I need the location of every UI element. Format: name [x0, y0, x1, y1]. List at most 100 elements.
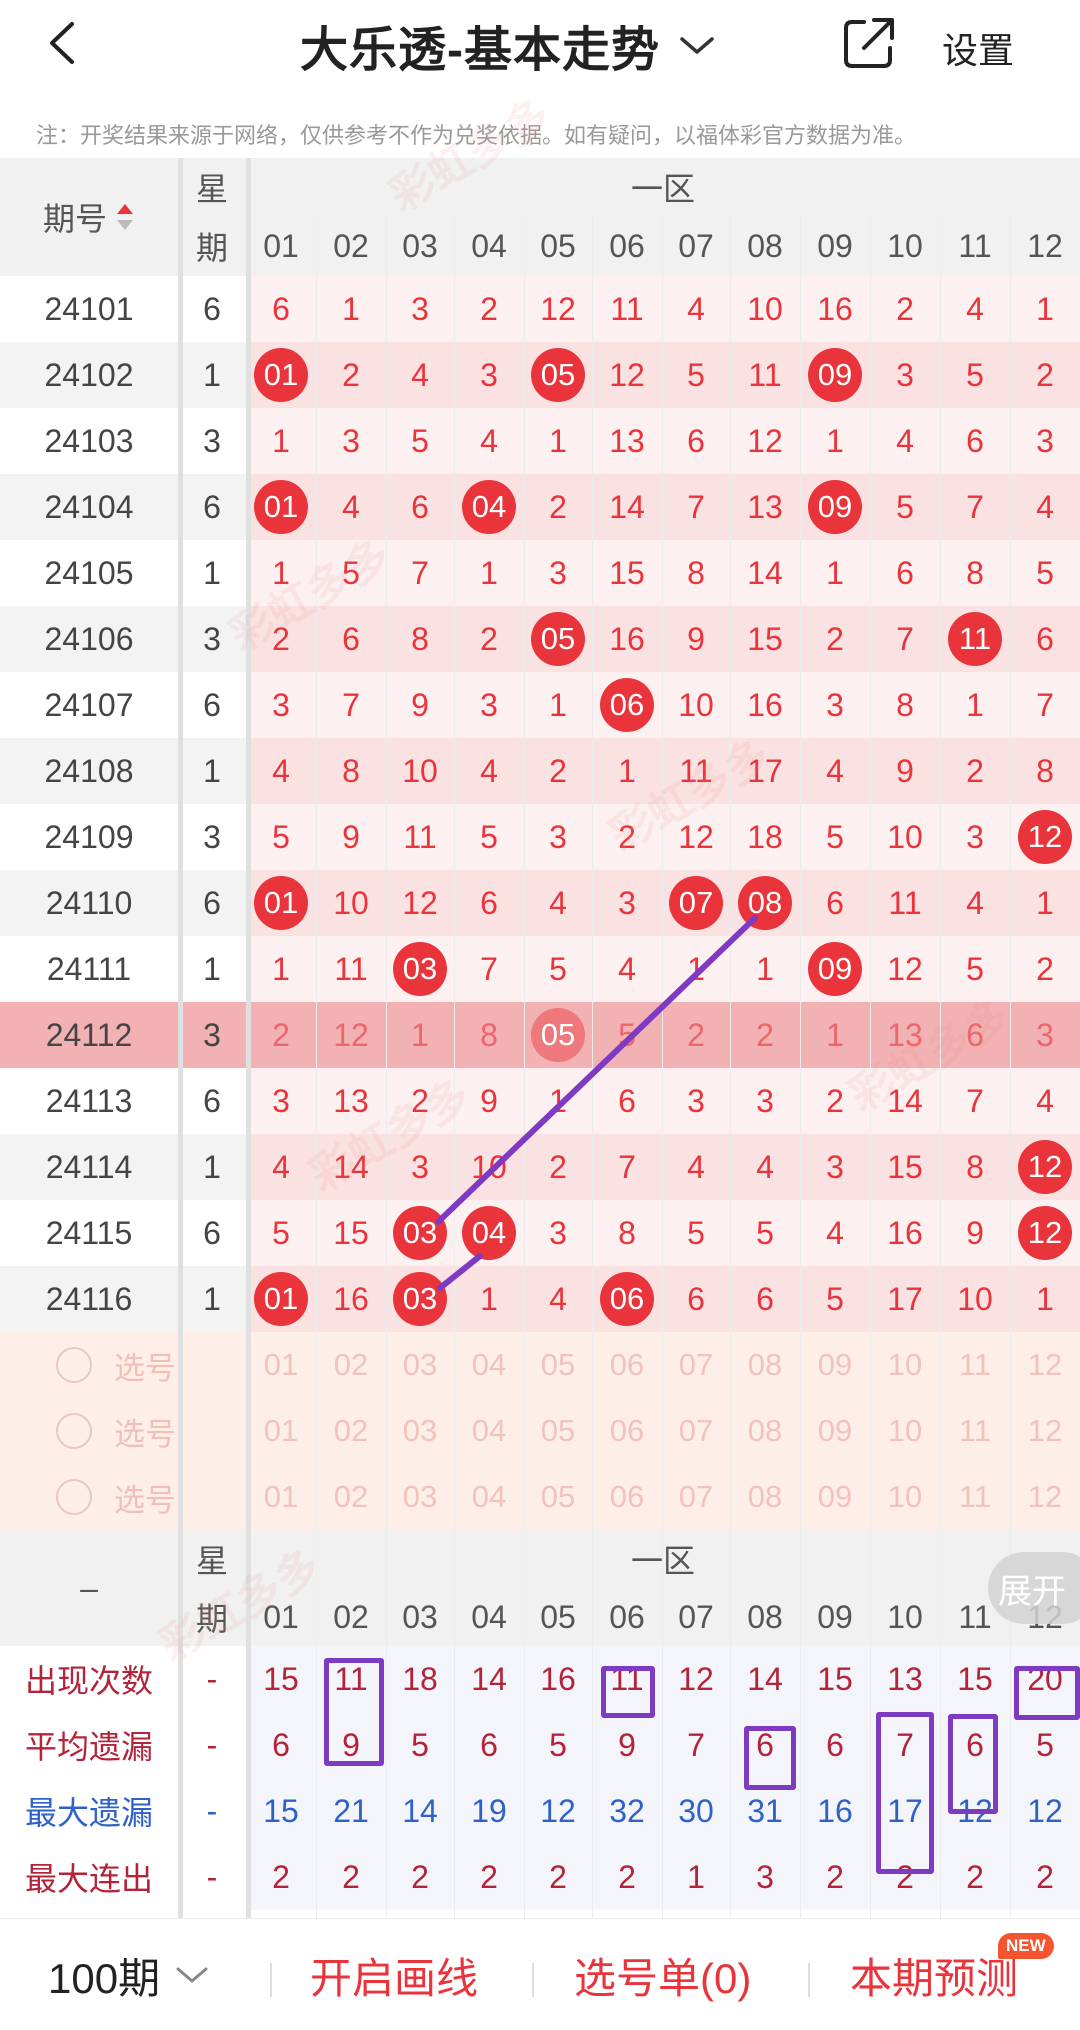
omission-cell: 13	[747, 488, 783, 525]
omission-cell: 1	[272, 950, 290, 987]
omission-cell: 12	[887, 950, 923, 987]
week-header: 星	[195, 171, 228, 207]
column-divider	[316, 216, 317, 1918]
pick-number[interactable]: 08	[730, 1332, 800, 1398]
period-number: 24106	[0, 606, 178, 672]
omission-cell: 6	[966, 422, 984, 459]
pick-number[interactable]: 09	[800, 1464, 870, 1530]
pick-number[interactable]: 10	[870, 1464, 940, 1530]
pick-list-button[interactable]: 选号单(0)	[574, 1919, 751, 2030]
column-divider	[870, 216, 871, 1918]
pick-number[interactable]: 05	[524, 1398, 592, 1464]
pick-number[interactable]: 05	[524, 1464, 592, 1530]
draw-line-button[interactable]: 开启画线	[310, 1919, 478, 2030]
pick-number[interactable]: 08	[730, 1398, 800, 1464]
drawn-number-cell: 12	[1010, 804, 1080, 870]
period-number: 24108	[0, 738, 178, 804]
pick-number[interactable]: 12	[1010, 1398, 1080, 1464]
omission-cell: 8	[1036, 752, 1054, 789]
forecast-button[interactable]: 本期预测	[850, 1919, 1018, 2030]
omission-cell: 7	[1036, 686, 1054, 723]
pick-number[interactable]: 01	[246, 1464, 316, 1530]
omission-cell: 5	[896, 488, 914, 525]
omission-cell: 9	[687, 620, 705, 657]
pick-number[interactable]: 09	[800, 1398, 870, 1464]
stats-value: 2	[826, 1858, 844, 1895]
pick-number[interactable]: 02	[316, 1398, 386, 1464]
pick-row-selector[interactable]: 选号	[56, 1398, 236, 1464]
omission-cell: 3	[826, 686, 844, 723]
pick-number[interactable]: 11	[940, 1464, 1010, 1530]
omission-cell: 1	[756, 950, 774, 987]
pick-number[interactable]: 06	[592, 1332, 662, 1398]
pick-number[interactable]: 11	[940, 1398, 1010, 1464]
pick-number[interactable]: 04	[454, 1398, 524, 1464]
pick-number[interactable]: 08	[730, 1464, 800, 1530]
omission-cell: 7	[896, 620, 914, 657]
pick-number[interactable]: 04	[454, 1464, 524, 1530]
column-divider	[662, 216, 663, 1918]
omission-cell: 2	[756, 1016, 774, 1053]
pick-number[interactable]: 06	[592, 1464, 662, 1530]
stats-value: 2	[549, 1858, 567, 1895]
column-number-header: 09	[817, 1598, 853, 1635]
pick-number[interactable]: 11	[940, 1332, 1010, 1398]
weekday-value: 6	[178, 1068, 246, 1134]
omission-cell: 1	[687, 950, 705, 987]
pick-number[interactable]: 12	[1010, 1332, 1080, 1398]
omission-cell: 15	[333, 1214, 369, 1251]
omission-cell: 11	[748, 356, 782, 393]
period-sort-header[interactable]: 期号	[0, 158, 178, 276]
settings-button[interactable]: 设置	[942, 22, 1014, 74]
pick-number[interactable]: 07	[662, 1398, 730, 1464]
pick-number[interactable]: 12	[1010, 1464, 1080, 1530]
pick-number[interactable]: 03	[386, 1464, 454, 1530]
title-dropdown[interactable]: 大乐透-基本走势	[300, 10, 716, 80]
pick-number[interactable]: 04	[454, 1332, 524, 1398]
omission-cell: 6	[687, 422, 705, 459]
omission-cell: 18	[747, 818, 783, 855]
pick-number[interactable]: 05	[524, 1332, 592, 1398]
pick-number[interactable]: 01	[246, 1332, 316, 1398]
radio-button[interactable]	[56, 1347, 92, 1383]
pick-row-selector[interactable]: 选号	[56, 1464, 236, 1530]
omission-cell: 7	[966, 488, 984, 525]
pick-number[interactable]: 02	[316, 1464, 386, 1530]
period-number: 24104	[0, 474, 178, 540]
column-number-header: 03	[402, 1598, 438, 1635]
omission-cell: 6	[1036, 620, 1054, 657]
pick-number[interactable]: 03	[386, 1332, 454, 1398]
omission-cell: 5	[618, 1016, 636, 1053]
omission-cell: 4	[480, 752, 498, 789]
column-number-header: 11	[958, 227, 992, 264]
pick-number[interactable]: 06	[592, 1398, 662, 1464]
pick-number[interactable]: 02	[316, 1332, 386, 1398]
omission-cell: 2	[549, 488, 567, 525]
pick-number[interactable]: 07	[662, 1464, 730, 1530]
stats-value: 16	[817, 1792, 853, 1829]
expand-button[interactable]: 展开	[988, 1552, 1080, 1624]
period-count-selector[interactable]: 100期	[48, 1919, 210, 2030]
radio-button[interactable]	[56, 1413, 92, 1449]
pick-number[interactable]: 07	[662, 1332, 730, 1398]
drawn-number-cell: 05	[524, 1002, 592, 1068]
pick-number[interactable]: 03	[386, 1398, 454, 1464]
omission-cell: 7	[411, 554, 429, 591]
pick-number[interactable]: 09	[800, 1332, 870, 1398]
omission-cell: 3	[549, 1214, 567, 1251]
period-number: 24105	[0, 540, 178, 606]
radio-button[interactable]	[56, 1479, 92, 1515]
column-number-header: 04	[471, 227, 507, 264]
zone-header: 一区	[630, 171, 695, 207]
column-number-header: 03	[402, 227, 438, 264]
pick-row-selector[interactable]: 选号	[56, 1332, 236, 1398]
pick-number[interactable]: 10	[870, 1332, 940, 1398]
share-icon[interactable]	[840, 14, 898, 72]
pick-number[interactable]: 01	[246, 1398, 316, 1464]
winning-ball: 12	[1018, 1140, 1072, 1194]
omission-cell: 12	[678, 818, 714, 855]
back-arrow-icon[interactable]	[38, 18, 88, 68]
omission-cell: 5	[342, 554, 360, 591]
weekday-value: 1	[178, 540, 246, 606]
pick-number[interactable]: 10	[870, 1398, 940, 1464]
